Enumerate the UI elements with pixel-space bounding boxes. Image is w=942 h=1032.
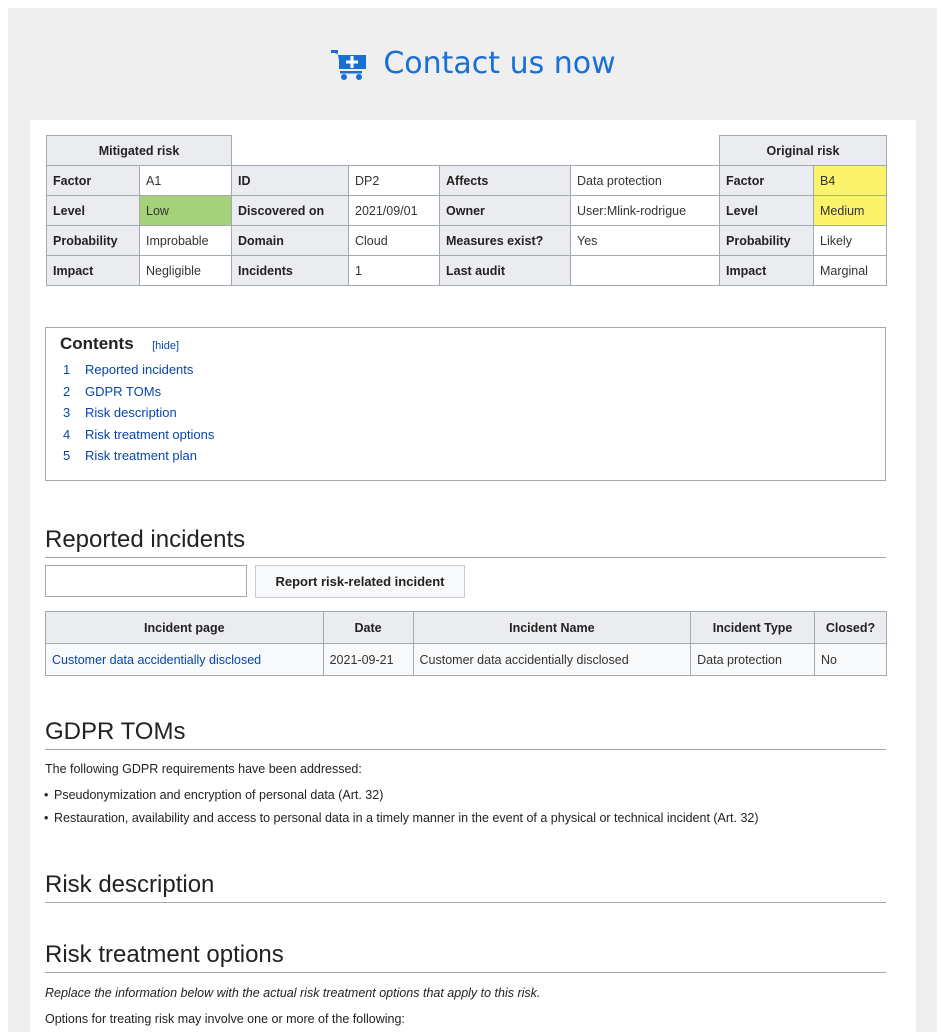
toc-item-reported-incidents[interactable]: 1 Reported incidents bbox=[63, 359, 871, 381]
list-item: Restauration, availability and access to… bbox=[44, 811, 759, 825]
toc-item-gdpr-toms[interactable]: 2 GDPR TOMs bbox=[63, 381, 871, 403]
risk-treatment-options-heading: Risk treatment options bbox=[45, 940, 886, 973]
column-header[interactable]: Closed? bbox=[814, 611, 887, 644]
toc-hide-link[interactable]: [hide] bbox=[152, 340, 179, 352]
risk-row: Level Low Discovered on 2021/09/01 Owner… bbox=[46, 195, 887, 226]
treatment-partial-line: Options for treating risk may involve on… bbox=[45, 1012, 405, 1026]
content-panel: Mitigated risk Original risk Factor A1 I… bbox=[30, 120, 916, 1032]
risk-row: Impact Negligible Incidents 1 Last audit… bbox=[46, 255, 887, 286]
mitigated-level-value: Low bbox=[139, 195, 232, 226]
toc-item-risk-treatment-options[interactable]: 4 Risk treatment options bbox=[63, 424, 871, 446]
toc-item-risk-description[interactable]: 3 Risk description bbox=[63, 402, 871, 424]
mitigated-risk-header: Mitigated risk bbox=[46, 135, 232, 166]
risk-table: Mitigated risk Original risk Factor A1 I… bbox=[46, 135, 887, 286]
toc-title: Contents bbox=[60, 334, 134, 353]
risk-description-heading: Risk description bbox=[45, 870, 886, 903]
toc-item-risk-treatment-plan[interactable]: 5 Risk treatment plan bbox=[63, 445, 871, 467]
page-frame: Contact us now Mitigated risk Original r… bbox=[8, 8, 937, 1032]
incident-page-link[interactable]: Customer data accidentially disclosed bbox=[52, 653, 261, 667]
column-header[interactable]: Incident page bbox=[45, 611, 324, 644]
list-item: Pseudonymization and encryption of perso… bbox=[44, 788, 383, 802]
original-level-value: Medium bbox=[813, 195, 887, 226]
column-header[interactable]: Date bbox=[322, 611, 414, 644]
table-of-contents: Contents [hide] 1 Reported incidents 2 GDP… bbox=[45, 327, 886, 481]
cart-plus-icon bbox=[331, 49, 367, 80]
column-header[interactable]: Incident Type bbox=[690, 611, 815, 644]
treatment-intro: Replace the information below with the a… bbox=[45, 986, 541, 1000]
incident-table: Incident page Date Incident Name Inciden… bbox=[45, 611, 887, 676]
column-header[interactable]: Incident Name bbox=[412, 611, 692, 644]
gdpr-intro: The following GDPR requirements have bee… bbox=[45, 762, 362, 776]
risk-row: Factor A1 ID DP2 Affects Data protection… bbox=[46, 165, 887, 196]
original-risk-header: Original risk bbox=[719, 135, 887, 166]
risk-row: Probability Improbable Domain Cloud Meas… bbox=[46, 225, 887, 256]
table-row: Customer data accidentially disclosed 20… bbox=[45, 643, 887, 676]
contact-us-label[interactable]: Contact us now bbox=[383, 46, 615, 81]
original-factor-value: B4 bbox=[813, 165, 887, 196]
contact-us-link[interactable]: Contact us now bbox=[8, 46, 937, 81]
report-incident-button[interactable]: Report risk-related incident bbox=[255, 565, 465, 598]
reported-incidents-heading: Reported incidents bbox=[45, 525, 886, 558]
gdpr-toms-heading: GDPR TOMs bbox=[45, 717, 886, 750]
incident-input[interactable] bbox=[45, 565, 247, 597]
